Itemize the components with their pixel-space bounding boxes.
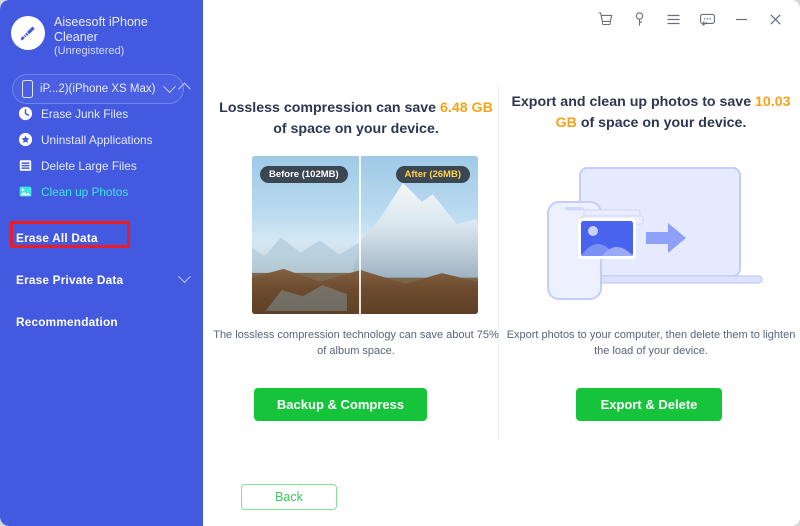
export-headline: Export and clean up photos to save 10.03…: [506, 92, 796, 134]
compress-headline-part2: of space on your device.: [273, 121, 439, 137]
chevron-down-icon: [163, 79, 176, 93]
before-badge: Before (102MB): [260, 166, 348, 183]
export-caption: Export photos to your computer, then del…: [506, 329, 796, 357]
apps-icon: [18, 132, 33, 147]
app-title-line2: Cleaner: [54, 29, 98, 44]
chevron-down-icon: [178, 270, 191, 284]
app-title: Aiseesoft iPhone Cleaner (Unregistered): [54, 14, 148, 59]
backup-and-compress-button[interactable]: Backup & Compress: [254, 388, 427, 421]
export-and-delete-button[interactable]: Export & Delete: [576, 388, 722, 421]
sidebar-section-recommendation[interactable]: Recommendation: [0, 309, 203, 335]
sidebar-item-label: Erase Junk Files: [41, 106, 129, 121]
compress-headline-part1: Lossless compression can save: [219, 100, 440, 116]
file-icon: [18, 158, 33, 173]
photo-icon: [18, 184, 33, 199]
registration-status: (Unregistered): [54, 45, 125, 57]
sidebar-item-uninstall-applications[interactable]: Uninstall Applications: [0, 127, 203, 153]
sidebar-item-erase-junk-files[interactable]: Erase Junk Files: [0, 101, 203, 127]
phone-icon: [22, 80, 33, 98]
sidebar-item-label: Uninstall Applications: [41, 132, 153, 147]
app-brand: Aiseesoft iPhone Cleaner (Unregistered): [0, 0, 203, 59]
phone-to-laptop-export-illustration: [536, 160, 772, 310]
before-after-photo: Before (102MB) After (26MB): [252, 156, 478, 314]
main-content: Lossless compression can save 6.48 GB of…: [203, 0, 800, 526]
sidebar-item-delete-large-files[interactable]: Delete Large Files: [0, 153, 203, 179]
export-panel: Export and clean up photos to save 10.03…: [506, 0, 796, 526]
sidebar-section-erase-all-data[interactable]: Erase All Data: [0, 225, 203, 251]
sidebar: Aiseesoft iPhone Cleaner (Unregistered) …: [0, 0, 203, 526]
sidebar-section-label: Recommendation: [16, 314, 118, 329]
sidebar-item-label: Clean up Photos: [41, 184, 129, 199]
clock-icon: [18, 106, 33, 121]
sidebar-section-label: Erase All Data: [16, 230, 98, 245]
after-badge: After (26MB): [395, 166, 470, 183]
back-button[interactable]: Back: [241, 484, 337, 510]
compress-headline: Lossless compression can save 6.48 GB of…: [211, 98, 501, 140]
sidebar-section-label: Erase Private Data: [16, 272, 124, 287]
export-headline-part2: of space on your device.: [576, 115, 747, 131]
application-window: Aiseesoft iPhone Cleaner (Unregistered) …: [0, 0, 800, 526]
photo-split-line: [359, 156, 362, 314]
sidebar-item-clean-up-photos[interactable]: Clean up Photos: [0, 179, 203, 205]
device-selector[interactable]: iP...2)(iPhone XS Max): [12, 74, 184, 104]
export-headline-part1: Export and clean up photos to save: [511, 94, 756, 110]
broom-logo-icon: [11, 16, 45, 50]
compress-caption: The lossless compression technology can …: [213, 329, 499, 357]
compress-panel: Lossless compression can save 6.48 GB of…: [211, 0, 501, 526]
app-title-line1: Aiseesoft iPhone: [54, 15, 148, 29]
sidebar-section-erase-private-data[interactable]: Erase Private Data: [0, 267, 203, 293]
sidebar-item-label: Delete Large Files: [41, 158, 137, 173]
compress-savings-amount: 6.48 GB: [439, 100, 493, 116]
device-name-label: iP...2)(iPhone XS Max): [40, 83, 156, 95]
